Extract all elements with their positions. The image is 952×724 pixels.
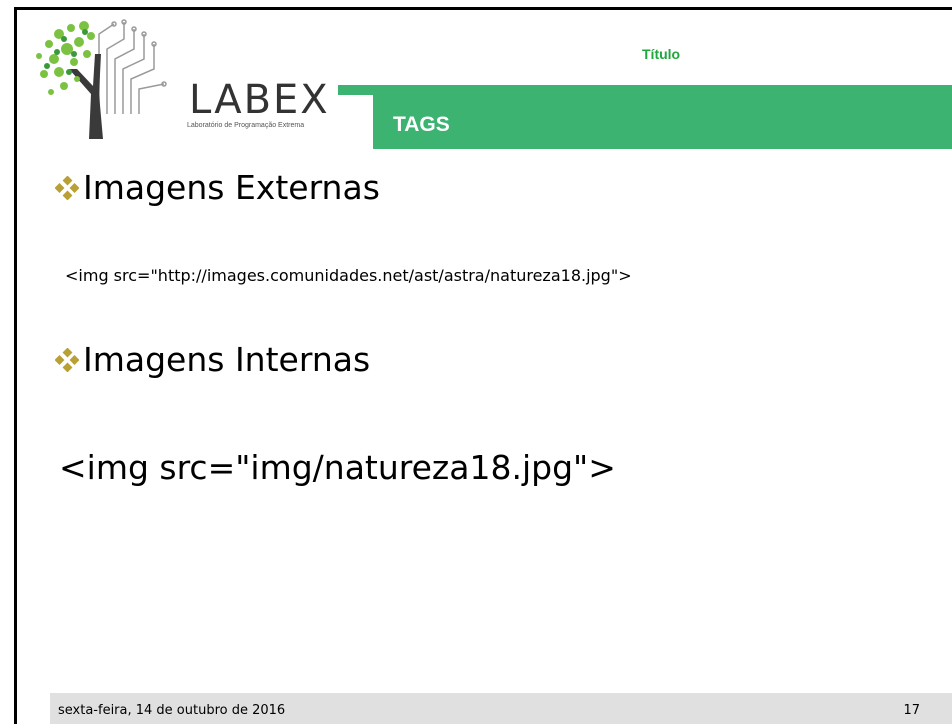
logo-word: LABEX: [189, 77, 330, 123]
labex-logo: LABEX Laboratório de Programação Extrema: [29, 14, 329, 142]
slide-title: Título: [642, 46, 681, 62]
header-bar: TAGS: [373, 85, 952, 149]
bullet-text-internal: Imagens Internas: [83, 340, 371, 379]
diamond-bullet-icon: [55, 347, 79, 372]
tree-icon: [36, 19, 167, 139]
slide: LABEX Laboratório de Programação Extrema…: [14, 7, 952, 724]
footer-date: sexta-feira, 14 de outubro de 2016: [58, 703, 286, 718]
bullet-heading-external: Imagens Externas: [55, 168, 380, 207]
logo-subtitle: Laboratório de Programação Extrema: [187, 122, 305, 129]
section-label: TAGS: [393, 113, 450, 136]
bullet-text-external: Imagens Externas: [83, 168, 380, 207]
footer: sexta-feira, 14 de outubro de 2016 17: [50, 693, 952, 724]
page-number: 17: [903, 703, 920, 718]
code-internal: <img src="img/natureza18.jpg">: [59, 448, 616, 487]
bullet-heading-internal: Imagens Internas: [55, 340, 370, 379]
diamond-bullet-icon: [55, 175, 79, 200]
code-external: <img src="http://images.comunidades.net/…: [65, 266, 632, 285]
